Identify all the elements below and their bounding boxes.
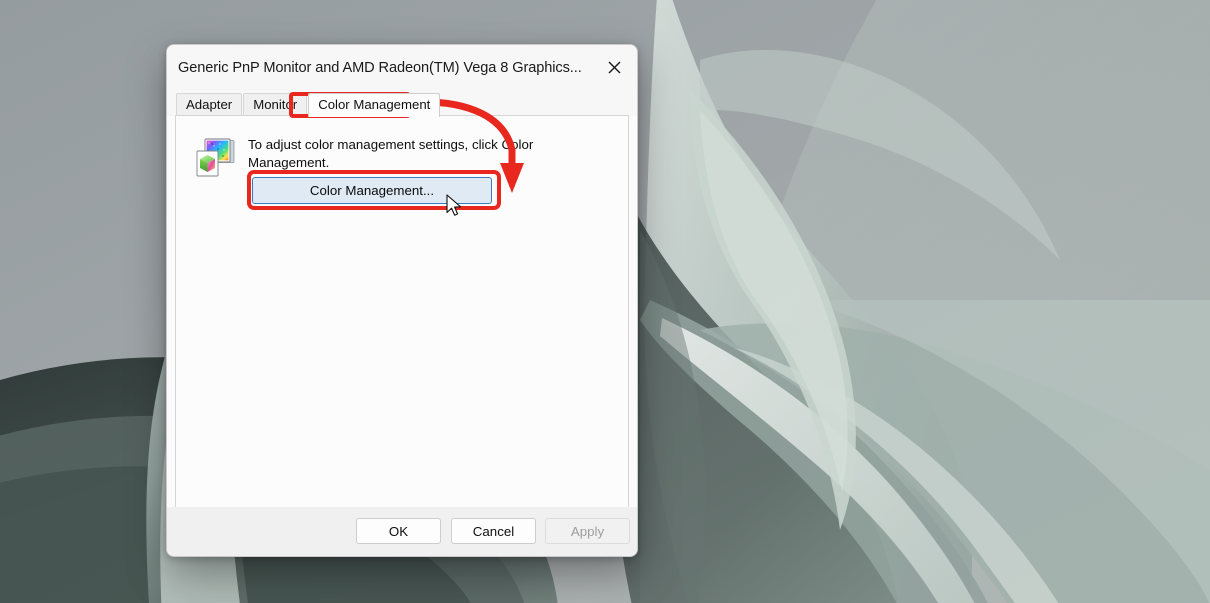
mouse-cursor [446, 194, 463, 223]
screen: Generic PnP Monitor and AMD Radeon(TM) V… [0, 0, 1210, 603]
dialog-titlebar: Generic PnP Monitor and AMD Radeon(TM) V… [167, 45, 637, 90]
cancel-button[interactable]: Cancel [451, 518, 536, 544]
cursor-arrow-icon [446, 194, 462, 216]
color-management-description: To adjust color management settings, cli… [248, 137, 534, 170]
tab-content-panel: To adjust color management settings, cli… [175, 115, 629, 556]
dialog-footer: OK Cancel Apply [167, 507, 637, 556]
apply-button: Apply [545, 518, 630, 544]
ok-button[interactable]: OK [356, 518, 441, 544]
tab-color-management-label: Color Management [318, 97, 431, 112]
tab-adapter[interactable]: Adapter [176, 93, 243, 116]
close-icon [608, 61, 621, 74]
tab-color-management[interactable]: Color Management [308, 93, 441, 117]
tab-monitor-label: Monitor [253, 97, 298, 112]
color-management-icon [195, 137, 236, 178]
tab-strip: Adapter Monitor Color Management [167, 90, 637, 117]
tab-monitor[interactable]: Monitor [243, 93, 308, 116]
color-management-info: To adjust color management settings, cli… [195, 136, 616, 178]
color-management-icon-art [196, 138, 235, 177]
dialog-title: Generic PnP Monitor and AMD Radeon(TM) V… [178, 59, 582, 76]
tab-adapter-label: Adapter [186, 97, 233, 112]
display-properties-dialog: Generic PnP Monitor and AMD Radeon(TM) V… [166, 44, 638, 557]
close-button[interactable] [592, 45, 637, 90]
